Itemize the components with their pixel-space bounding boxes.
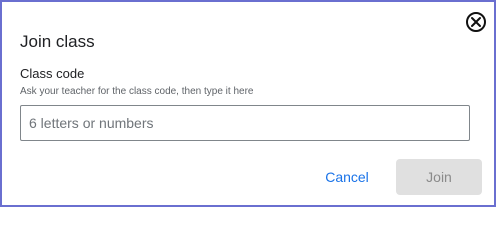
dialog-title: Join class [20, 32, 95, 51]
join-class-dialog: Join class Class code Ask your teacher f… [0, 0, 496, 207]
close-icon [471, 17, 481, 27]
class-code-hint: Ask your teacher for the class code, the… [20, 86, 254, 97]
join-button[interactable]: Join [396, 159, 482, 195]
class-code-input[interactable] [20, 105, 470, 141]
class-code-label: Class code [20, 66, 85, 81]
close-button[interactable] [466, 12, 486, 32]
cancel-button[interactable]: Cancel [305, 159, 389, 195]
